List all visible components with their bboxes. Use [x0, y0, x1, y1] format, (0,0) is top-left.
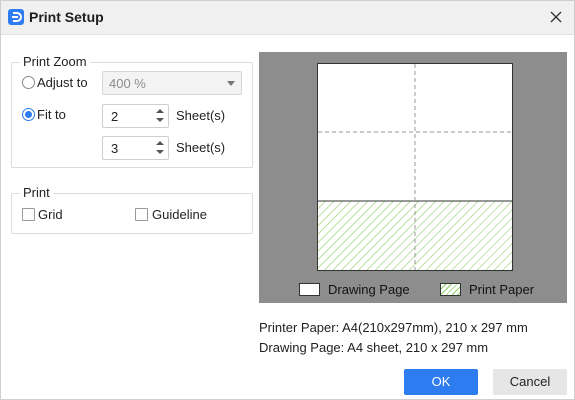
drawing-page-preview: [317, 63, 513, 271]
stepper-up-icon[interactable]: [156, 141, 164, 145]
sheets-wide-input[interactable]: [103, 105, 153, 127]
stepper-down-icon[interactable]: [156, 118, 164, 122]
print-legend: Print: [20, 185, 53, 200]
zoom-percent-value: 400 %: [109, 76, 146, 91]
print-paper-swatch: [440, 283, 461, 296]
title-bar: Print Setup: [1, 1, 574, 35]
sheets-high-unit: Sheet(s): [176, 140, 226, 155]
print-zoom-legend: Print Zoom: [20, 54, 90, 69]
stepper-up-icon[interactable]: [156, 109, 164, 113]
fit-to-label[interactable]: Fit to: [37, 107, 66, 122]
sheets-wide-unit: Sheet(s): [176, 108, 226, 123]
adjust-to-label[interactable]: Adjust to: [37, 75, 88, 90]
print-setup-dialog: Print Setup Print Zoom Adjust to 400 % F…: [0, 0, 575, 400]
guideline-label[interactable]: Guideline: [152, 207, 207, 222]
drawing-page-legend-label: Drawing Page: [328, 282, 410, 297]
fit-to-radio[interactable]: [22, 108, 35, 121]
stepper-arrows[interactable]: [154, 107, 166, 125]
stepper-down-icon[interactable]: [156, 150, 164, 154]
print-preview: Drawing Page Print Paper: [259, 52, 567, 303]
dialog-title: Print Setup: [29, 9, 104, 25]
grid-checkbox[interactable]: [22, 208, 35, 221]
sheets-high-input[interactable]: [103, 137, 153, 159]
grid-label[interactable]: Grid: [38, 207, 63, 222]
adjust-to-radio[interactable]: [22, 76, 35, 89]
printer-paper-info: Printer Paper: A4(210x297mm), 210 x 297 …: [259, 320, 528, 335]
ok-button[interactable]: OK: [404, 369, 478, 395]
sheets-wide-stepper[interactable]: [102, 104, 169, 128]
drawing-page-info: Drawing Page: A4 sheet, 210 x 297 mm: [259, 340, 489, 355]
close-icon[interactable]: [548, 9, 564, 25]
chevron-down-icon: [227, 81, 235, 86]
edraw-logo-icon: [8, 9, 24, 25]
zoom-percent-select[interactable]: 400 %: [102, 71, 242, 95]
stepper-arrows[interactable]: [154, 139, 166, 157]
cancel-button[interactable]: Cancel: [493, 369, 567, 395]
sheets-high-stepper[interactable]: [102, 136, 169, 160]
print-paper-legend-label: Print Paper: [469, 282, 535, 297]
drawing-page-swatch: [299, 283, 320, 296]
guideline-checkbox[interactable]: [135, 208, 148, 221]
